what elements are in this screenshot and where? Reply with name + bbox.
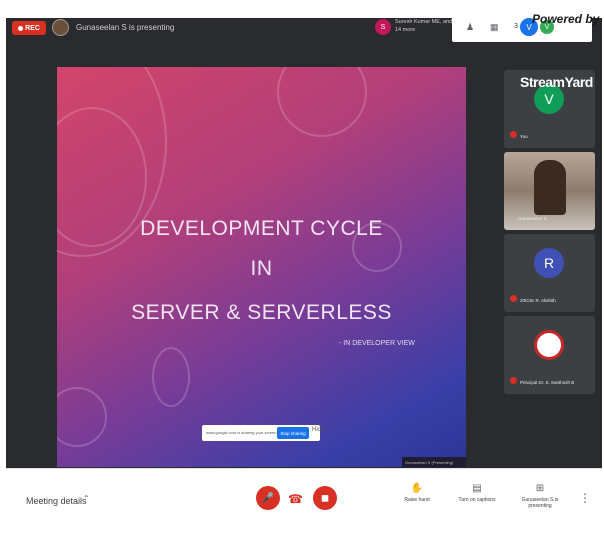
mic-off-icon: 🎤 (261, 492, 275, 504)
slide-subtitle: - IN DEVELOPER VIEW (339, 340, 415, 347)
recording-badge: REC (12, 21, 46, 35)
hangup-button[interactable]: ☎ (288, 492, 303, 506)
slide-title-line2: In (250, 257, 273, 280)
bottom-control-bar: Meeting details ⌃ 🎤 ☎ ◼ ✋ Raise hand ▤ T… (6, 468, 602, 530)
tile-name: Gunaseelan S (518, 216, 547, 221)
people-icon[interactable]: ♟ (466, 22, 474, 33)
captions-label: Turn on captions (458, 497, 496, 503)
college-logo-icon (534, 330, 564, 360)
meeting-details-button[interactable]: Meeting details (26, 496, 87, 506)
participant-tile-r[interactable]: R 20IC8c R. Akshith (504, 234, 595, 312)
tile-name: You (520, 134, 528, 139)
slide-caption: Gunaseelan S (Presenting) (402, 457, 466, 467)
participants-avatar[interactable]: S (375, 19, 391, 35)
participants-label: Suresh Kumar ME, and 14 more (395, 19, 453, 33)
meet-window: REC Gunaseelan S is presenting S Suresh … (6, 18, 602, 530)
raise-hand-button[interactable]: ✋ Raise hand (391, 483, 443, 503)
hangup-icon: ☎ (288, 492, 303, 506)
mic-off-button[interactable]: 🎤 (256, 486, 280, 510)
share-bar-text: www.google.com is sharing your screen (206, 430, 277, 435)
chevron-up-icon[interactable]: ⌃ (83, 494, 90, 503)
raise-hand-label: Raise hand (404, 497, 430, 503)
mic-muted-icon (510, 377, 517, 384)
camera-off-icon: ◼ (320, 492, 330, 504)
presentation-slide: Development Cycle In Server & Serverless… (57, 67, 466, 467)
presenting-label: Gunaseelan S is presenting (76, 23, 175, 32)
mic-muted-icon (510, 131, 517, 138)
slide-decor-ring (277, 67, 367, 137)
rec-label: REC (25, 24, 40, 32)
presenter-avatar (52, 19, 69, 36)
captions-button[interactable]: ▤ Turn on captions (451, 483, 503, 503)
slide-decor-ring (152, 347, 190, 407)
captions-icon: ▤ (472, 483, 482, 494)
screenshot-frame: REC Gunaseelan S is presenting S Suresh … (0, 0, 604, 535)
avatar: R (534, 248, 564, 278)
mic-muted-icon (510, 295, 517, 302)
record-dot-icon (18, 25, 24, 31)
more-vert-icon[interactable]: ⋮ (579, 491, 591, 505)
tile-name: 20IC8c R. Akshith (520, 298, 556, 303)
participant-silhouette (534, 160, 566, 215)
powered-by-label: Powered by (532, 12, 600, 26)
slide-decor-ring (57, 387, 107, 447)
hand-icon: ✋ (410, 483, 424, 494)
slide-title-line1: Development Cycle (140, 217, 383, 240)
present-icon: ⊞ (535, 483, 545, 494)
streamyard-logo: StreamYard (520, 74, 593, 90)
stop-sharing-button[interactable]: Stop sharing (277, 427, 309, 439)
hide-share-bar-button[interactable]: Hide (312, 427, 324, 433)
camera-off-button[interactable]: ◼ (313, 486, 337, 510)
participant-tile-principal[interactable]: Principal Dr. S. Santhosh B (504, 316, 595, 394)
participant-tile-presenter[interactable]: Gunaseelan S (504, 152, 595, 230)
presenting-button[interactable]: ⊞ Gunaseelan S is presenting (514, 483, 566, 509)
presenting-status-label: Gunaseelan S is presenting (521, 497, 559, 509)
chat-icon[interactable]: ▦ (490, 22, 499, 33)
slide-title-line3: Server & Serverless (131, 301, 392, 324)
tile-name: Principal Dr. S. Santhosh B (520, 380, 575, 385)
